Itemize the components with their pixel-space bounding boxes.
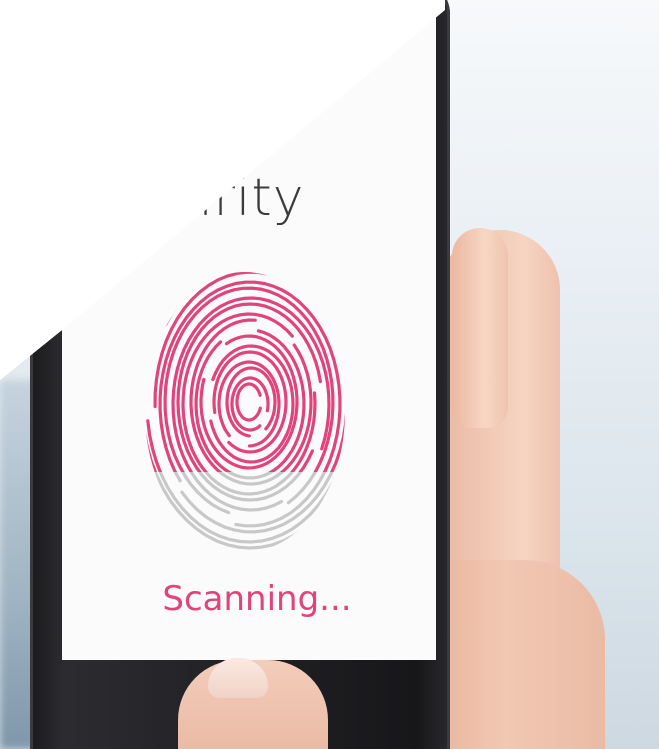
white-diagonal-overlay — [0, 0, 445, 380]
photo-scene: ıle curity Scanning... — [0, 0, 659, 749]
